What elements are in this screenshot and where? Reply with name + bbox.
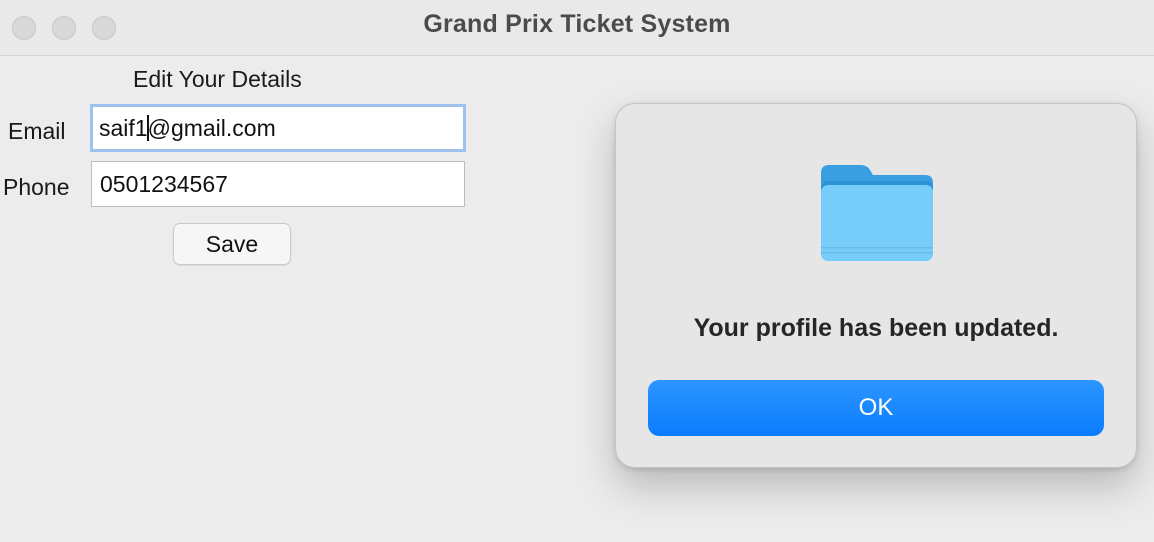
title-bar: Grand Prix Ticket System xyxy=(0,0,1154,56)
dialog-message: Your profile has been updated. xyxy=(693,314,1059,342)
text-cursor xyxy=(146,114,149,141)
email-field[interactable]: saif1@gmail.com xyxy=(90,104,466,152)
phone-field[interactable]: 0501234567 xyxy=(91,161,465,207)
alert-dialog: Your profile has been updated. OK xyxy=(615,103,1137,468)
ok-button[interactable]: OK xyxy=(648,380,1104,436)
window-title: Grand Prix Ticket System xyxy=(423,10,731,38)
phone-label: Phone xyxy=(3,174,70,200)
form-heading: Edit Your Details xyxy=(133,66,302,92)
save-button[interactable]: Save xyxy=(173,223,291,265)
folder-icon xyxy=(821,165,933,261)
app-window: Grand Prix Ticket System Edit Your Detai… xyxy=(0,0,1154,542)
email-value-start: saif1 xyxy=(99,115,148,141)
email-value-end: @gmail.com xyxy=(147,115,276,141)
email-label: Email xyxy=(8,118,66,144)
